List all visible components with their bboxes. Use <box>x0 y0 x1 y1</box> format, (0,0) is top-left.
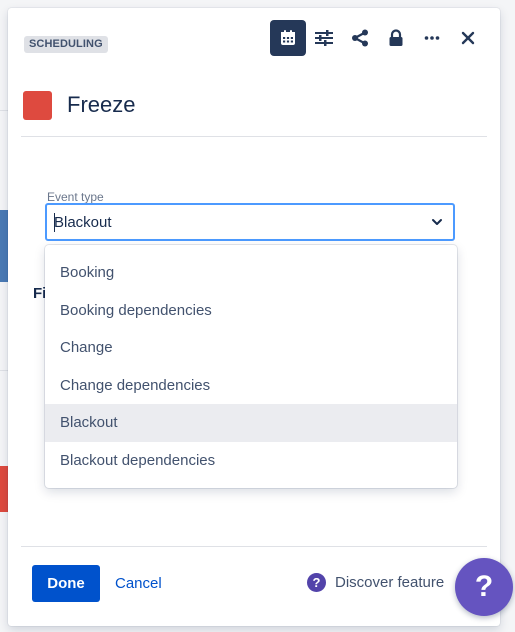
option-blackout-dependencies[interactable]: Blackout dependencies <box>45 442 457 480</box>
settings-button[interactable] <box>306 20 342 56</box>
share-icon <box>352 29 368 47</box>
header-divider <box>21 136 487 137</box>
background-event-bar <box>0 466 8 512</box>
lock-button[interactable] <box>378 20 414 56</box>
lock-icon <box>389 29 403 46</box>
more-icon <box>424 36 440 40</box>
done-button[interactable]: Done <box>32 565 100 602</box>
more-button[interactable] <box>414 20 450 56</box>
event-color-swatch[interactable] <box>23 91 52 120</box>
close-icon <box>461 31 475 45</box>
calendar-button[interactable] <box>270 20 306 56</box>
share-button[interactable] <box>342 20 378 56</box>
sliders-icon <box>315 30 333 46</box>
panel-toolbar <box>270 20 486 56</box>
event-type-select[interactable]: Blackout <box>45 203 455 241</box>
event-type-label: Event type <box>47 190 104 204</box>
cancel-link[interactable]: Cancel <box>115 575 162 592</box>
help-button[interactable]: ? <box>455 558 513 616</box>
discover-features-link[interactable]: ? Discover feature <box>307 573 444 592</box>
option-booking[interactable]: Booking <box>45 254 457 292</box>
close-button[interactable] <box>450 20 486 56</box>
chevron-down-icon <box>432 219 442 225</box>
option-booking-dependencies[interactable]: Booking dependencies <box>45 292 457 330</box>
background-event-bar <box>0 210 8 282</box>
option-change-dependencies[interactable]: Change dependencies <box>45 367 457 405</box>
event-type-value: Blackout <box>54 214 112 231</box>
panel-footer: Done Cancel ? Discover feature <box>8 563 500 607</box>
category-lozenge: SCHEDULING <box>24 36 108 53</box>
event-detail-panel: SCHEDULING Freeze Event type Blackout Fi… <box>8 8 500 626</box>
question-icon: ? <box>307 573 326 592</box>
event-title: Freeze <box>67 92 136 117</box>
discover-features-label: Discover feature <box>335 574 445 591</box>
footer-divider <box>21 546 487 547</box>
option-blackout[interactable]: Blackout <box>45 404 457 442</box>
calendar-icon <box>281 30 295 45</box>
event-type-menu: Booking Booking dependencies Change Chan… <box>45 245 457 488</box>
option-change[interactable]: Change <box>45 329 457 367</box>
